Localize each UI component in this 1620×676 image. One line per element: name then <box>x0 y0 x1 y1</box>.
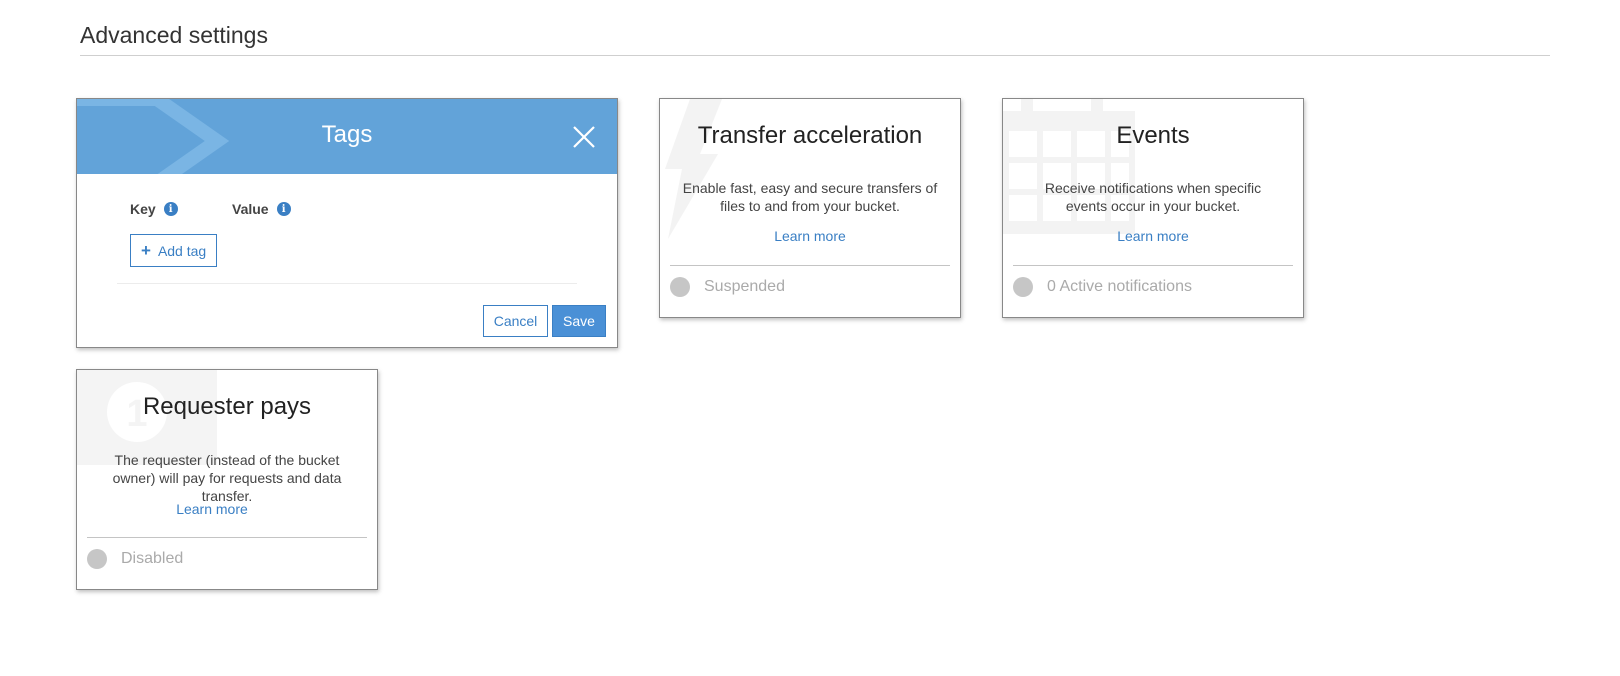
card-status: Suspended <box>670 277 785 297</box>
key-label: Key <box>130 201 156 217</box>
save-button[interactable]: Save <box>552 305 606 337</box>
cancel-button[interactable]: Cancel <box>483 305 548 337</box>
card-title: Events <box>1116 122 1190 149</box>
value-column-header: Value i <box>232 201 291 217</box>
section-title: Advanced settings <box>80 22 268 48</box>
tags-divider <box>117 283 577 284</box>
card-status: 0 Active notifications <box>1013 277 1192 297</box>
card-description: Receive notifications when specific even… <box>1044 180 1262 214</box>
learn-more-link[interactable]: Learn more <box>660 228 960 244</box>
card-title: Transfer acceleration <box>697 122 923 149</box>
key-info-icon[interactable]: i <box>163 202 178 216</box>
card-description: The requester (instead of the bucket own… <box>112 452 342 504</box>
status-dot-icon <box>670 277 690 297</box>
tags-card-header: Tags <box>77 99 617 174</box>
card-divider <box>1013 265 1293 266</box>
value-info-icon[interactable]: i <box>276 202 291 216</box>
status-label: Disabled <box>121 550 184 567</box>
close-icon[interactable] <box>571 124 597 150</box>
plus-icon: + <box>141 240 151 260</box>
learn-more-link[interactable]: Learn more <box>1003 228 1303 244</box>
card-divider <box>87 537 367 538</box>
key-column-header: Key i <box>130 201 178 217</box>
tags-card: Tags Key i Value i + Add tag Cancel Save <box>76 98 618 348</box>
tags-card-title: Tags <box>321 121 373 148</box>
card-title: Requester pays <box>142 393 312 420</box>
lightning-icon <box>665 99 722 239</box>
card-status: Disabled <box>87 549 183 569</box>
learn-more-link[interactable]: Learn more <box>77 501 377 517</box>
advanced-settings-page: Advanced settings Tags Key i Value i + A… <box>0 0 1620 676</box>
status-label: 0 Active notifications <box>1047 278 1192 295</box>
status-label: Suspended <box>704 278 785 295</box>
status-dot-icon <box>1013 277 1033 297</box>
add-tag-button[interactable]: + Add tag <box>130 234 218 267</box>
card-divider <box>670 265 950 266</box>
section-divider <box>80 55 1550 56</box>
events-card[interactable]: Events Receive notifications when specif… <box>1002 98 1304 318</box>
transfer-acceleration-card[interactable]: Transfer acceleration Enable fast, easy … <box>659 98 961 318</box>
requester-pays-card[interactable]: 1 Requester pays The requester (instead … <box>76 369 378 590</box>
status-dot-icon <box>87 549 107 569</box>
value-label: Value <box>232 201 269 217</box>
add-tag-label: Add tag <box>157 242 207 259</box>
card-description: Enable fast, easy and secure transfers o… <box>682 180 938 214</box>
